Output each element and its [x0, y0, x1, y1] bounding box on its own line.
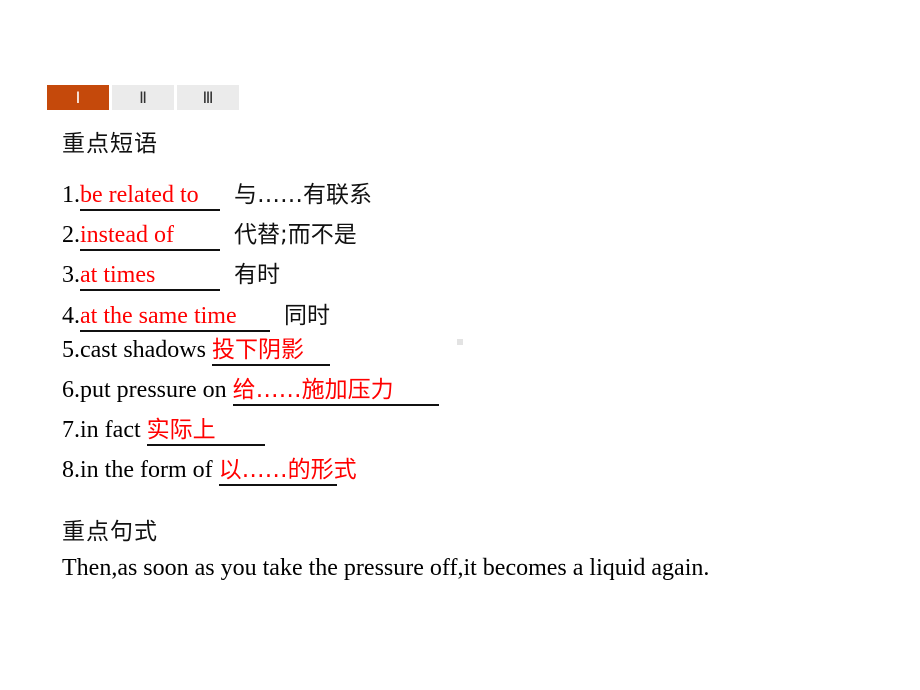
tab-3[interactable]: Ⅲ — [177, 85, 239, 110]
answer-blank: at the same time — [80, 304, 270, 332]
meaning: 与……有联系 — [234, 182, 372, 208]
meaning: 有时 — [234, 262, 280, 288]
key-phrases-heading: 重点短语 — [62, 131, 158, 157]
phrase-item-6: 6. put pressure on 给……施加压力 — [62, 377, 439, 407]
tab-2[interactable]: Ⅱ — [112, 85, 174, 110]
answer-blank: at times — [80, 263, 220, 291]
answer-blank: be related to — [80, 183, 220, 211]
decorative-square — [457, 339, 463, 345]
tab-1[interactable]: Ⅰ — [47, 85, 109, 110]
phrase-item-7: 7. in fact 实际上 — [62, 417, 265, 447]
item-number: 5. — [62, 337, 80, 363]
phrase: put pressure on — [80, 377, 227, 403]
item-number: 2. — [62, 222, 80, 248]
meaning: 同时 — [284, 303, 330, 329]
answer-blank: instead of — [80, 223, 220, 251]
phrase-item-2: 2. instead of 代替;而不是 — [62, 215, 357, 251]
phrase-item-5: 5. cast shadows 投下阴影 — [62, 337, 330, 367]
phrase: in fact — [80, 417, 141, 443]
item-number: 3. — [62, 262, 80, 288]
item-number: 6. — [62, 377, 80, 403]
section-tabs: Ⅰ Ⅱ Ⅲ — [47, 85, 239, 110]
item-number: 1. — [62, 182, 80, 208]
item-number: 8. — [62, 457, 80, 483]
key-sentence: Then,as soon as you take the pressure of… — [62, 555, 710, 581]
key-sentences-heading: 重点句式 — [62, 519, 158, 545]
phrase: in the form of — [80, 457, 213, 483]
item-number: 7. — [62, 417, 80, 443]
phrase-item-4: 4. at the same time 同时 — [62, 296, 330, 332]
phrase-item-3: 3. at times 有时 — [62, 255, 280, 291]
phrase: cast shadows — [80, 337, 206, 363]
item-number: 4. — [62, 303, 80, 329]
phrase-item-1: 1. be related to 与……有联系 — [62, 175, 372, 211]
answer-blank: 实际上 — [146, 419, 265, 446]
meaning: 代替;而不是 — [234, 222, 357, 248]
phrase-item-8: 8. in the form of 以……的形式 — [62, 457, 357, 487]
answer-blank: 以……的形式 — [218, 459, 357, 486]
answer-blank: 给……施加压力 — [232, 379, 439, 406]
answer-blank: 投下阴影 — [211, 339, 330, 366]
